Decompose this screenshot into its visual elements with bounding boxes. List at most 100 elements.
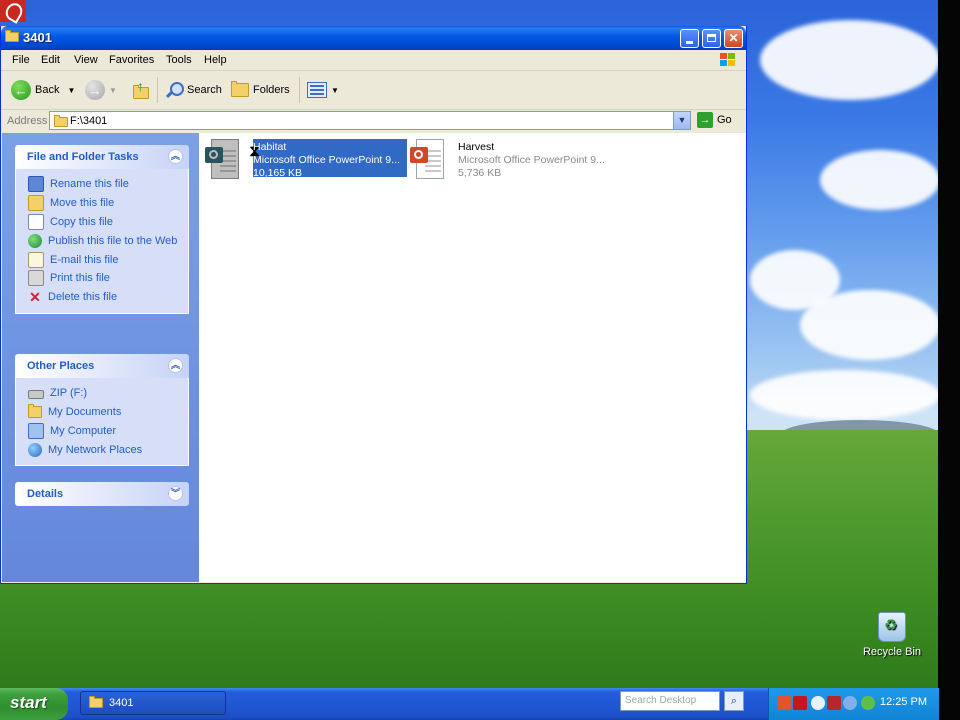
folders-icon	[231, 81, 249, 97]
place-my-documents[interactable]: My Documents	[16, 403, 188, 422]
taskbar-window-button[interactable]: 3401	[80, 691, 226, 715]
file-item-habitat[interactable]: ⧗ Habitat Microsoft Office PowerPoint 9.…	[205, 139, 411, 185]
window-title: 3401	[23, 30, 52, 45]
cloud	[800, 290, 938, 360]
zip-drive-icon	[28, 390, 44, 400]
task-email[interactable]: E-mail this file	[16, 250, 188, 269]
task-rename[interactable]: Rename this file	[16, 175, 188, 194]
task-copy[interactable]: Copy this file	[16, 213, 188, 232]
panel-title: Details	[27, 488, 64, 500]
back-arrow-icon: ←	[11, 80, 31, 100]
back-dropdown-icon[interactable]: ▼	[67, 86, 75, 95]
folders-button[interactable]: Folders	[231, 79, 290, 101]
task-pane: File and Folder Tasks ︽ Rename this file…	[2, 133, 199, 582]
file-size: 10,165 KB	[253, 167, 303, 179]
search-placeholder: Search Desktop	[625, 695, 697, 706]
network-icon	[28, 442, 42, 457]
forward-dropdown-icon[interactable]: ▼	[109, 86, 117, 95]
file-folder-tasks-header[interactable]: File and Folder Tasks ︽	[15, 145, 189, 169]
menu-tools[interactable]: Tools	[166, 54, 192, 66]
recycle-bin[interactable]: Recycle Bin	[862, 612, 922, 658]
details-header[interactable]: Details ︾	[15, 482, 189, 506]
folder-icon	[89, 696, 103, 708]
task-move[interactable]: Move this file	[16, 194, 188, 213]
desktop-search-input[interactable]: Search Desktop	[620, 691, 720, 711]
network-status-icon[interactable]	[843, 696, 857, 710]
search-button[interactable]: Search	[165, 79, 222, 101]
folder-icon	[28, 404, 42, 419]
cloud	[750, 370, 938, 420]
menu-view[interactable]: View	[74, 54, 98, 66]
other-places-list: ZIP (F:) My Documents My Computer My Net…	[15, 378, 189, 467]
go-button[interactable]: → Go	[697, 112, 732, 128]
speech-icon[interactable]	[811, 696, 825, 710]
collapse-chevron-icon[interactable]: ︽	[168, 358, 183, 373]
other-places-header[interactable]: Other Places ︽	[15, 354, 189, 378]
task-publish[interactable]: Publish this file to the Web	[16, 231, 188, 250]
explorer-window: 3401 ✕ File Edit View Favorites Tools He…	[0, 26, 747, 584]
taskbar-window-label: 3401	[109, 697, 134, 709]
rename-icon	[28, 176, 44, 193]
start-label: start	[10, 693, 47, 712]
views-dropdown-icon: ▼	[331, 85, 339, 95]
tray-app-icon[interactable]	[777, 696, 791, 710]
globe-icon	[28, 233, 42, 248]
place-label: My Network Places	[48, 443, 143, 456]
address-label: Address	[7, 115, 48, 127]
views-icon	[307, 82, 327, 98]
address-value: F:\3401	[70, 115, 108, 127]
clock[interactable]: 12:25 PM	[880, 696, 927, 708]
folder-up-icon: ↑	[131, 78, 151, 100]
back-label: Back	[35, 84, 60, 96]
back-button[interactable]: ← Back ▼	[11, 79, 75, 101]
title-bar[interactable]: 3401 ✕	[1, 26, 746, 50]
pdf-icon[interactable]	[0, 0, 26, 22]
delete-icon: ✕	[29, 289, 41, 306]
antivirus-shield-icon[interactable]	[827, 696, 841, 710]
toolbar: ← Back ▼ → ▼ ↑ Search Folders ▼	[1, 71, 746, 110]
file-name: Harvest	[458, 141, 495, 153]
file-item-harvest[interactable]: Harvest Microsoft Office PowerPoint 9...…	[410, 139, 616, 185]
security-icon[interactable]	[861, 696, 875, 710]
copy-icon	[28, 213, 44, 230]
place-my-network[interactable]: My Network Places	[16, 440, 188, 459]
search-icon	[165, 81, 184, 99]
search-label: Search	[187, 84, 222, 96]
task-label: Move this file	[50, 197, 115, 210]
recycle-bin-label: Recycle Bin	[862, 646, 922, 658]
task-delete[interactable]: ✕ Delete this file	[16, 288, 188, 307]
task-print[interactable]: Print this file	[16, 269, 188, 288]
maximize-button[interactable]	[702, 29, 721, 48]
forward-button[interactable]: → ▼	[85, 79, 117, 101]
printer-icon	[28, 270, 44, 287]
views-button[interactable]: ▼	[307, 79, 339, 101]
menu-file[interactable]: File	[12, 54, 30, 66]
menu-help[interactable]: Help	[204, 54, 227, 66]
panel-title: Other Places	[27, 360, 95, 372]
other-places-panel: Other Places ︽ ZIP (F:) My Documents My …	[15, 354, 189, 467]
address-input[interactable]: F:\3401 ▼	[49, 111, 691, 130]
toolbar-separator	[299, 77, 300, 103]
start-button[interactable]: start	[0, 688, 68, 720]
folder-icon	[54, 115, 68, 127]
recycle-bin-icon	[878, 612, 906, 642]
desktop-search-button[interactable]: ⌕	[724, 691, 744, 711]
file-folder-tasks-panel: File and Folder Tasks ︽ Rename this file…	[15, 145, 189, 314]
system-tray: 12:25 PM	[768, 688, 939, 720]
up-button[interactable]: ↑	[131, 78, 151, 101]
collapse-chevron-icon[interactable]: ︽	[168, 149, 183, 164]
close-button[interactable]: ✕	[724, 29, 743, 48]
menu-favorites[interactable]: Favorites	[109, 54, 154, 66]
ati-icon[interactable]	[793, 696, 807, 710]
place-my-computer[interactable]: My Computer	[16, 422, 188, 441]
folders-label: Folders	[253, 84, 290, 96]
menu-edit[interactable]: Edit	[41, 54, 60, 66]
address-dropdown-button[interactable]: ▼	[673, 112, 690, 129]
screen-edge	[938, 0, 960, 720]
place-label: My Documents	[48, 406, 122, 419]
minimize-button[interactable]	[680, 29, 699, 48]
place-zip-drive[interactable]: ZIP (F:)	[16, 384, 188, 403]
expand-chevron-icon[interactable]: ︾	[168, 486, 183, 501]
file-list-view: ⧗ Habitat Microsoft Office PowerPoint 9.…	[199, 133, 746, 582]
place-label: ZIP (F:)	[50, 387, 88, 400]
